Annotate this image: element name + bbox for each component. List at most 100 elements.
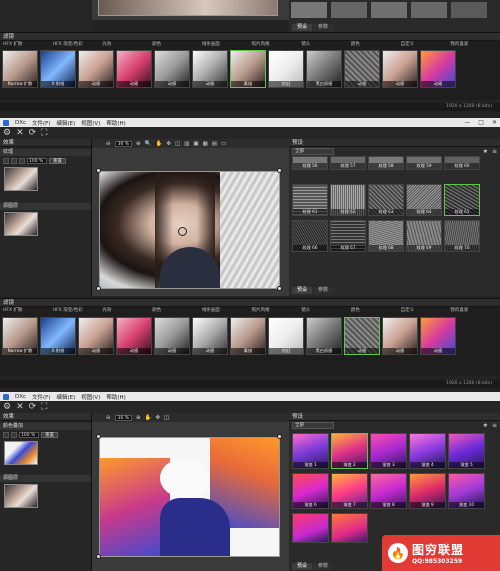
stylized-photo-canvas[interactable] — [99, 437, 280, 557]
gear-icon[interactable]: ⚙ — [3, 402, 11, 412]
texture-preset[interactable]: 纹理 69 — [406, 220, 442, 252]
camera-icon[interactable]: ▤ — [212, 141, 217, 147]
star-icon[interactable]: ★ — [483, 422, 488, 429]
filter-thumb[interactable]: X 射线 — [40, 317, 76, 355]
texture-preset[interactable]: 纹理 63 — [368, 184, 404, 216]
move-icon[interactable]: ✥ — [156, 415, 161, 421]
tab-params[interactable]: 参数 — [313, 563, 334, 570]
tab-params[interactable]: 参数 — [313, 287, 334, 294]
filter-thumb[interactable]: 动感 — [116, 50, 152, 88]
mask-icon[interactable] — [11, 431, 17, 438]
filter-thumb[interactable]: Narrow 扩散 — [2, 317, 38, 355]
layer-thumbnail[interactable] — [4, 167, 38, 191]
texture-swatch[interactable] — [331, 2, 367, 18]
menu-file[interactable]: 文件(F) — [32, 119, 50, 127]
gradient-preset[interactable]: 渐变 3 — [370, 433, 407, 469]
gradient-preset[interactable]: 渐变 5 — [448, 433, 485, 469]
filter-thumb-selected[interactable]: 素描 — [230, 50, 266, 88]
star-icon[interactable]: ★ — [483, 148, 488, 155]
viewport-top[interactable] — [92, 0, 289, 20]
category[interactable]: 颜色 — [351, 307, 401, 315]
preset-filter-dropdown[interactable]: 全部 — [292, 148, 334, 155]
source-layer-thumbnail[interactable] — [4, 484, 38, 508]
texture-preset[interactable]: 纹理 60 — [444, 156, 480, 170]
category[interactable]: 光效 — [102, 41, 152, 49]
crop-handle[interactable] — [96, 286, 101, 291]
source-layer-header[interactable]: 源图层 — [0, 475, 91, 482]
category[interactable]: 照片风格 — [252, 41, 302, 49]
filter-thumb[interactable]: 动感 — [116, 317, 152, 355]
compare-icon[interactable]: ◫ — [164, 415, 169, 421]
tab-params[interactable]: 参数 — [313, 24, 334, 31]
filter-thumb[interactable]: 动感 — [154, 317, 190, 355]
minimize-button[interactable]: — — [464, 119, 470, 126]
gradient-preset-selected[interactable]: 渐变 2 — [331, 433, 368, 469]
texture-preset[interactable]: 纹理 70 — [444, 220, 480, 252]
category[interactable]: 颜色 — [152, 41, 202, 49]
layer-header[interactable]: 颜色叠加 — [0, 423, 91, 430]
gradient-preset[interactable] — [292, 513, 329, 543]
filter-thumb[interactable]: 动感 — [344, 50, 380, 88]
category[interactable]: 照片风格 — [252, 307, 302, 315]
compare-icon[interactable]: ◫ — [175, 141, 180, 147]
tab-presets[interactable]: 预设 — [292, 563, 313, 570]
close-window-button[interactable]: ✕ — [492, 119, 497, 126]
texture-preset[interactable]: 纹理 58 — [368, 156, 404, 170]
menu-icon[interactable]: ≡ — [492, 422, 497, 429]
gradient-preset[interactable]: 渐变 4 — [409, 433, 446, 469]
maximize-button[interactable]: □ — [478, 119, 484, 126]
eye-icon[interactable] — [3, 431, 9, 438]
category[interactable]: 光效 — [102, 307, 152, 315]
hand-icon[interactable]: ✋ — [156, 141, 163, 147]
texture-swatch[interactable] — [371, 2, 407, 18]
zoom-in-icon[interactable]: ⊕ — [136, 141, 141, 147]
filter-thumb[interactable]: 仿旧 — [268, 317, 304, 355]
menu-edit[interactable]: 编辑(E) — [57, 393, 76, 401]
filter-thumb[interactable]: 动感 — [154, 50, 190, 88]
category[interactable]: HFX 扩散 — [3, 41, 53, 49]
gradient-preset[interactable]: 渐变 9 — [409, 473, 446, 509]
zoom-fit-icon[interactable]: 🔍 — [145, 141, 152, 147]
crop-handle[interactable] — [277, 434, 282, 439]
filter-thumb[interactable]: 黑白质感 — [306, 317, 342, 355]
zoom-field[interactable]: 36 % — [114, 414, 133, 421]
move-icon[interactable]: ✥ — [166, 141, 171, 147]
texture-preset[interactable]: 纹理 67 — [330, 220, 366, 252]
reset-button[interactable]: 重置 — [41, 431, 58, 438]
filter-thumb[interactable]: 动感 — [382, 317, 418, 355]
gradient-preset[interactable]: 渐变 7 — [331, 473, 368, 509]
crop-handle[interactable] — [277, 286, 282, 291]
hand-icon[interactable]: ✋ — [145, 415, 152, 421]
canvas-viewport[interactable]: ⊖ 36 % ⊕ 🔍 ✋ ✥ ◫ ▥ ▣ ▦ ▤ ▭ — [92, 139, 289, 296]
texture-preset[interactable]: 纹理 68 — [368, 220, 404, 252]
source-layer-header[interactable]: 源图层 — [0, 203, 91, 210]
texture-preset[interactable]: 纹理 57 — [330, 156, 366, 170]
crop-handle[interactable] — [96, 554, 101, 559]
filter-thumb[interactable]: 黑白质感 — [306, 50, 342, 88]
filter-thumb[interactable]: 动感 — [382, 50, 418, 88]
category[interactable]: 镜头 — [301, 307, 351, 315]
gear-icon[interactable]: ⚙ — [3, 128, 11, 138]
category[interactable]: 颜色 — [351, 41, 401, 49]
gradient-preset[interactable]: 渐变 6 — [292, 473, 329, 509]
brush-icon[interactable] — [19, 157, 25, 164]
crop-handle[interactable] — [96, 434, 101, 439]
zoom-out-icon[interactable]: ⊖ — [106, 141, 111, 147]
layout-icon[interactable]: ▭ — [221, 141, 226, 147]
gradient-preset[interactable]: 渐变 8 — [370, 473, 407, 509]
filter-thumb[interactable]: X 射线 — [40, 50, 76, 88]
filter-thumb[interactable]: 素描 — [230, 317, 266, 355]
zoom-out-icon[interactable]: ⊖ — [106, 415, 111, 421]
filter-thumb[interactable]: 动感 — [78, 50, 114, 88]
category[interactable]: 线条画面 — [202, 41, 252, 49]
crop-handle[interactable] — [277, 168, 282, 173]
filter-thumb[interactable]: 动感 — [192, 50, 228, 88]
center-handle[interactable] — [178, 227, 187, 236]
category[interactable]: 我的喜爱 — [450, 307, 500, 315]
tab-presets[interactable]: 预设 — [292, 24, 313, 31]
crop-handle[interactable] — [96, 168, 101, 173]
category[interactable]: 镜头 — [301, 41, 351, 49]
texture-swatch[interactable] — [451, 2, 487, 18]
filter-thumb[interactable]: 动感 — [78, 317, 114, 355]
source-layer-thumbnail[interactable] — [4, 212, 38, 236]
